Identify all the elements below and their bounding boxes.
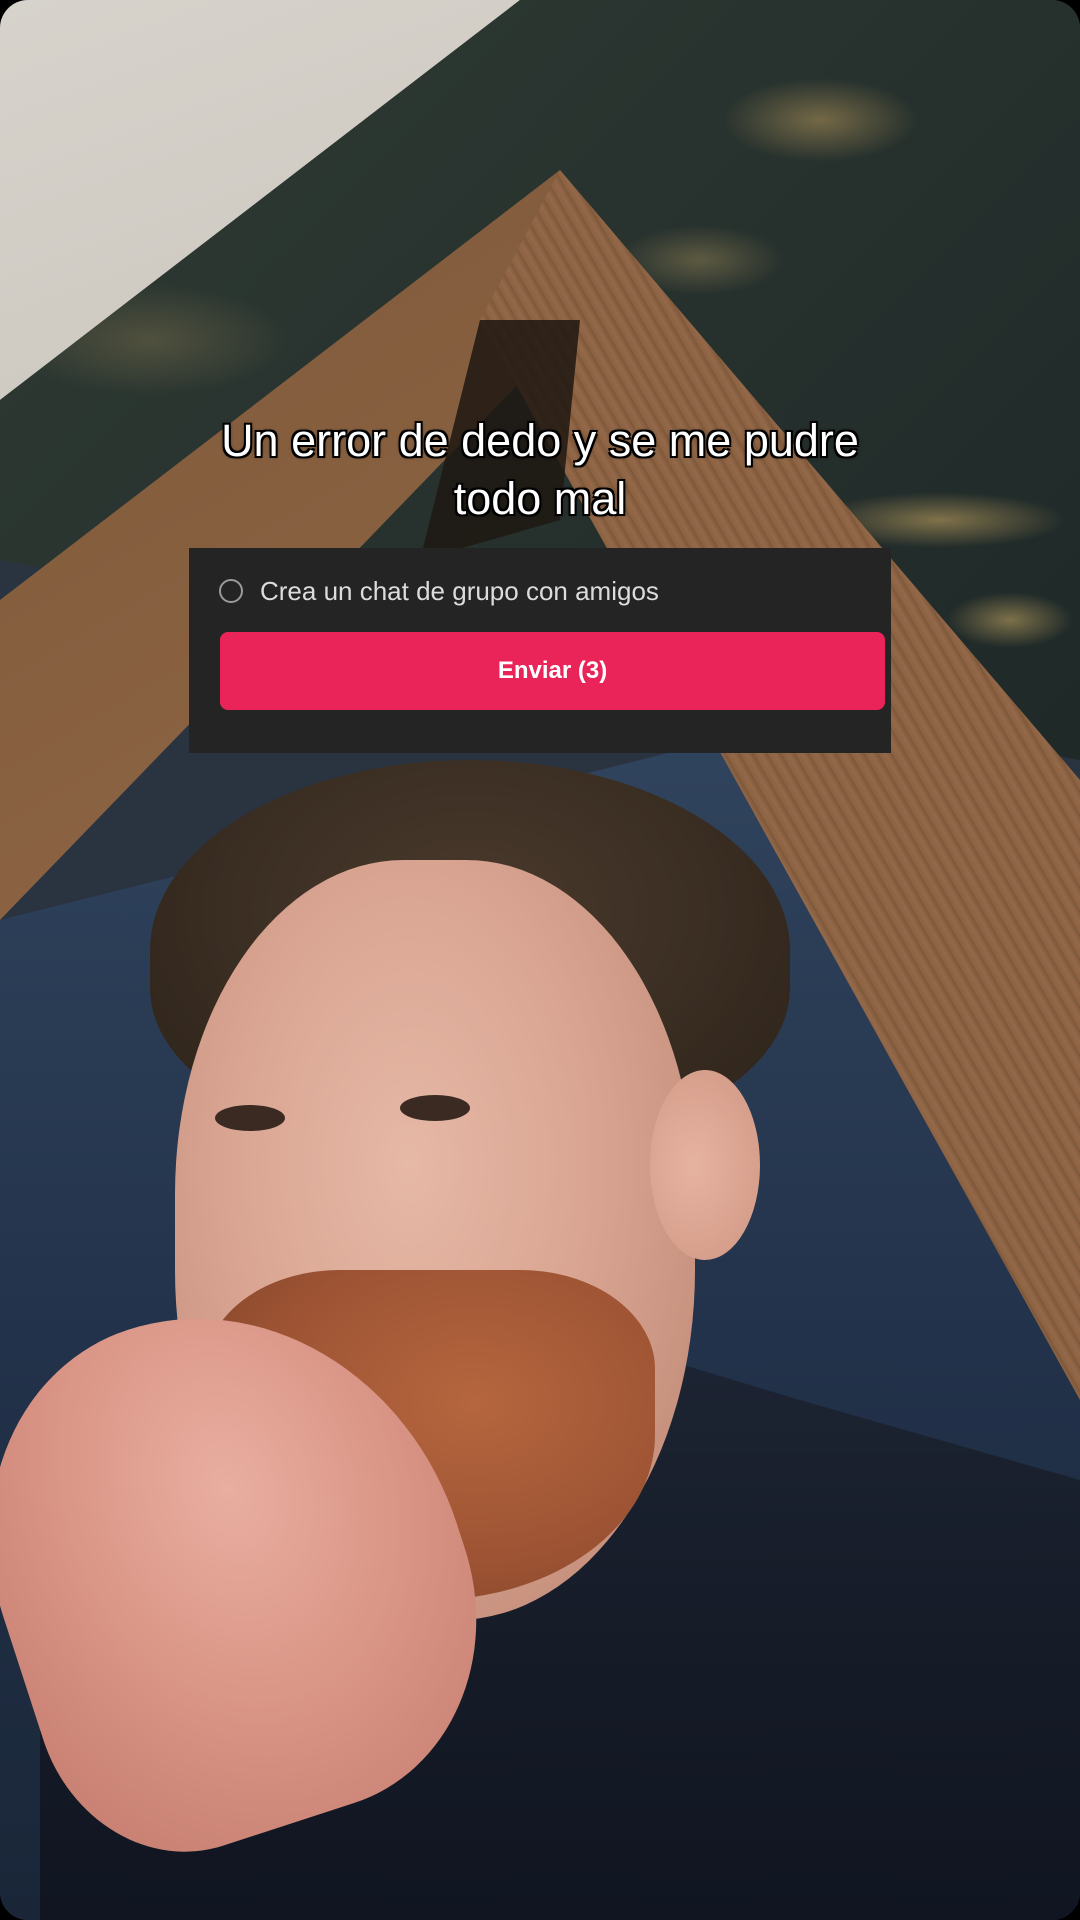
- background-video-scene: [0, 0, 1080, 1920]
- person-eye-left: [215, 1105, 285, 1131]
- video-caption: Un error de dedo y se me pudre todo mal: [140, 412, 940, 528]
- person-eye-right: [400, 1095, 470, 1121]
- group-chat-option[interactable]: Crea un chat de grupo con amigos: [219, 576, 659, 606]
- caption-line-2: todo mal: [453, 473, 627, 524]
- send-button[interactable]: Enviar (3): [220, 632, 885, 710]
- share-panel: Crea un chat de grupo con amigos Enviar …: [189, 548, 891, 753]
- video-frame: Un error de dedo y se me pudre todo mal …: [0, 0, 1080, 1920]
- person-ear: [650, 1070, 760, 1260]
- caption-line-1: Un error de dedo y se me pudre: [221, 415, 859, 466]
- group-chat-option-label: Crea un chat de grupo con amigos: [260, 575, 659, 606]
- radio-unchecked-icon[interactable]: [219, 579, 243, 603]
